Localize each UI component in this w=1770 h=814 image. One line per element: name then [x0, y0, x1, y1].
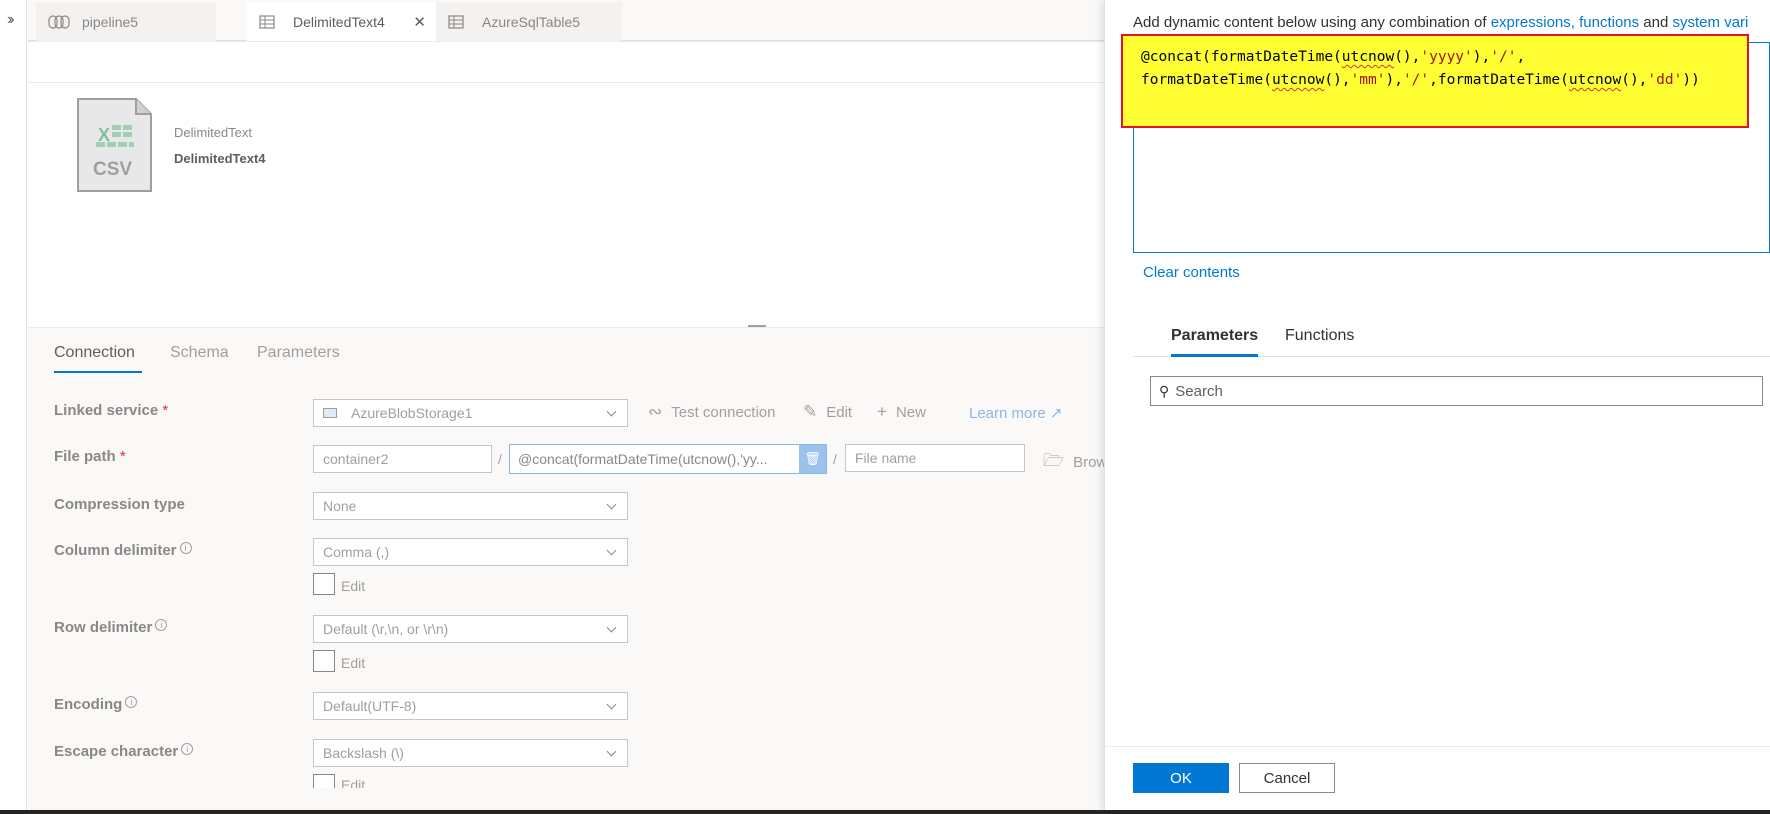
cancel-button[interactable]: Cancel [1239, 763, 1335, 793]
tab-pipeline5[interactable]: pipeline5 [36, 2, 216, 41]
trash-icon[interactable]: 🗑 [799, 445, 826, 473]
tab-label: DelimitedText4 [293, 13, 385, 30]
taskbar-edge [0, 810, 1770, 814]
csv-file-icon: X CSV [76, 97, 153, 193]
tab-schema[interactable]: Schema [170, 344, 229, 362]
active-tab-indicator [1171, 354, 1258, 357]
pipeline-icon [48, 14, 70, 29]
info-icon: i [125, 696, 138, 708]
directory-expression-input[interactable]: @concat(formatDateTime(utcnow(),'yy... 🗑 [509, 444, 827, 474]
folder-icon: 🗁 [1043, 451, 1065, 470]
tab-dialog-parameters[interactable]: Parameters [1171, 327, 1258, 345]
storage-icon [323, 408, 337, 418]
external-link-icon: ↗ [1049, 405, 1063, 422]
tab-azuresqltable5[interactable]: AzureSqlTable5 [436, 2, 622, 41]
dataset-type: DelimitedText [174, 125, 253, 140]
table-icon [448, 14, 466, 29]
column-delimiter-edit-checkbox[interactable] [313, 573, 335, 595]
encoding-select[interactable]: Default(UTF-8) [313, 692, 628, 720]
tab-delimitedtext4[interactable]: DelimitedText4 ✕ [247, 2, 436, 41]
csv-icon-label: CSV [93, 159, 133, 180]
divider [28, 82, 1104, 83]
ok-button[interactable]: OK [1133, 763, 1229, 793]
row-delimiter-select[interactable]: Default (\r,\n, or \r\n) [313, 615, 628, 643]
checkbox-label: Edit [341, 578, 366, 594]
tab-label: pipeline5 [82, 13, 139, 30]
linked-service-select[interactable]: AzureBlobStorage1 [313, 399, 628, 427]
column-delimiter-select[interactable]: Comma (,) [313, 538, 628, 566]
search-icon: ⚲ [1159, 382, 1170, 399]
system-variables-link[interactable]: system vari [1673, 14, 1749, 31]
tab-label: AzureSqlTable5 [482, 13, 581, 30]
encoding-label: Encoding i [54, 696, 138, 713]
checkbox-label: Edit [341, 655, 366, 671]
tab-parameters[interactable]: Parameters [257, 344, 340, 362]
clear-contents-link[interactable]: Clear contents [1143, 264, 1240, 281]
escape-character-label: Escape character i [54, 743, 194, 760]
new-linked-service-button[interactable]: + New [877, 402, 926, 422]
info-icon: i [179, 542, 192, 554]
browse-button[interactable]: 🗁 Brow [1043, 448, 1107, 477]
pencil-icon: ✎ [803, 402, 818, 421]
info-icon: i [181, 743, 194, 755]
compression-type-select[interactable]: None [313, 492, 628, 520]
learn-more-link[interactable]: Learn more ↗ [969, 404, 1062, 422]
plus-icon: + [877, 402, 887, 421]
plug-icon: ∾ [648, 402, 663, 421]
compression-type-label: Compression type [54, 496, 185, 513]
linked-service-label: Linked service * [54, 402, 169, 419]
escape-character-edit-checkbox[interactable] [313, 774, 335, 788]
path-separator: / [833, 451, 837, 467]
divider [1104, 746, 1770, 747]
checkbox-label: Edit [341, 777, 366, 788]
table-icon [259, 14, 277, 29]
search-input[interactable]: ⚲ Search [1150, 376, 1763, 406]
row-delimiter-edit-checkbox[interactable] [313, 650, 335, 672]
column-delimiter-label: Column delimiter i [54, 542, 192, 559]
expression-code[interactable]: @concat(formatDateTime(utcnow(),'yyyy'),… [1141, 46, 1700, 92]
container-input[interactable]: container2 [313, 445, 492, 473]
path-separator: / [498, 451, 502, 467]
left-rail [0, 0, 27, 810]
escape-character-select[interactable]: Backslash (\) [313, 739, 628, 767]
edit-linked-service-button[interactable]: ✎ Edit [803, 402, 852, 422]
tab-connection[interactable]: Connection [54, 344, 135, 362]
editor-tab-bar: pipeline5 DelimitedText4 ✕ AzureSqlTable… [28, 0, 1104, 41]
dataset-name: DelimitedText4 [174, 151, 266, 166]
dialog-hint: Add dynamic content below using any comb… [1133, 14, 1749, 31]
dataset-header [28, 41, 1104, 325]
expand-chevron-icon[interactable]: ›› [7, 11, 14, 29]
file-path-label: File path * [54, 448, 126, 465]
tab-dialog-functions[interactable]: Functions [1285, 327, 1354, 345]
file-name-input[interactable]: File name [845, 444, 1025, 472]
test-connection-button[interactable]: ∾ Test connection [648, 402, 775, 422]
close-icon[interactable]: ✕ [413, 13, 426, 31]
expressions-functions-link[interactable]: expressions, functions [1491, 14, 1639, 31]
active-tab-indicator [54, 371, 142, 373]
info-icon: i [155, 619, 168, 631]
row-delimiter-label: Row delimiter i [54, 619, 168, 636]
